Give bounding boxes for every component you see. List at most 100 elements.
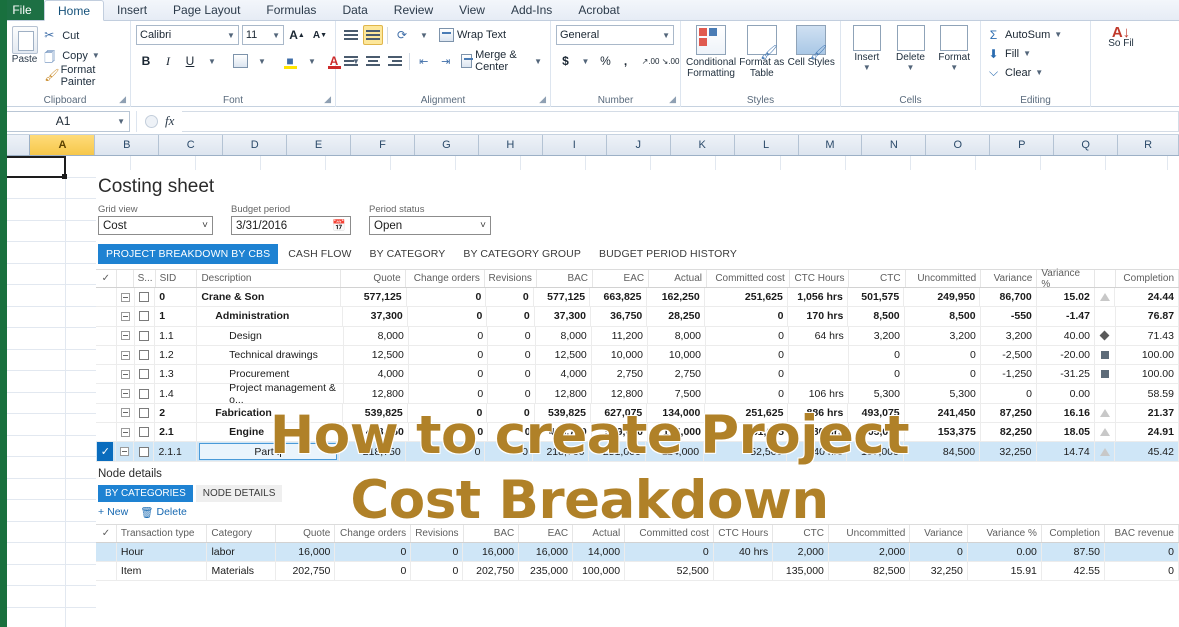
panel-tab-0[interactable]: PROJECT BREAKDOWN BY CBS — [98, 244, 279, 264]
font-name-select[interactable]: Calibri ▼ — [136, 25, 239, 45]
column-header-e[interactable]: E — [287, 135, 352, 155]
nd-col-header-ctch[interactable]: CTC Hours — [714, 524, 774, 542]
description-edit-input[interactable]: Part I — [198, 443, 338, 461]
grid-cell[interactable] — [0, 177, 66, 198]
col-header-ctch[interactable]: CTC Hours — [790, 270, 850, 287]
col-header-comm[interactable]: Committed cost — [707, 270, 790, 287]
col-header-unc[interactable]: Uncommitted — [906, 270, 982, 287]
decrease-decimal-button[interactable]: ↘.00 — [661, 51, 680, 71]
grid-cell[interactable] — [0, 564, 66, 585]
row-checkbox[interactable] — [139, 311, 150, 322]
grid-cell[interactable] — [0, 242, 66, 263]
panel-tab-2[interactable]: BY CATEGORY — [362, 244, 454, 264]
nd-col-header-varp[interactable]: Variance % — [968, 524, 1042, 542]
col-header-exp[interactable] — [117, 270, 134, 287]
increase-decimal-button[interactable]: ↗.00 — [641, 51, 660, 71]
underline-dropdown[interactable]: ▼ — [202, 51, 222, 71]
table-row[interactable]: 1 Administration 37,300 0 0 37,300 36,750 28,25… — [96, 307, 1179, 327]
table-row[interactable]: 2 Fabrication 539,825 0 0 539,825 627,075 134,0… — [96, 403, 1179, 424]
sort-filter-button[interactable]: A↓ So Fil — [1096, 25, 1146, 49]
column-header-h[interactable]: H — [479, 135, 543, 155]
grid-cell[interactable] — [0, 435, 66, 456]
nd-col-header-unc[interactable]: Uncommitted — [829, 524, 911, 542]
row-checkbox[interactable] — [138, 446, 149, 457]
bold-button[interactable]: B — [136, 51, 156, 71]
number-dialog-launcher[interactable]: ◢ — [669, 94, 676, 105]
row-checkbox[interactable] — [139, 427, 150, 438]
ribbon-tab-insert[interactable]: Insert — [104, 0, 160, 20]
ribbon-tab-acrobat[interactable]: Acrobat — [565, 0, 632, 20]
column-header-j[interactable]: J — [607, 135, 671, 155]
clear-button[interactable]: ⌵ Clear ▼ — [986, 63, 1085, 82]
column-header-g[interactable]: G — [415, 135, 479, 155]
grid-cell[interactable] — [0, 586, 66, 607]
column-header-l[interactable]: L — [735, 135, 799, 155]
col-header-comp[interactable]: Completion — [1116, 270, 1179, 287]
row-checkbox[interactable] — [139, 407, 150, 418]
nd-col-header-rev[interactable]: Revisions — [411, 524, 464, 542]
panel-tab-3[interactable]: BY CATEGORY GROUP — [455, 244, 589, 264]
column-header-f[interactable]: F — [351, 135, 415, 155]
col-header-varv[interactable]: Variance — [981, 270, 1038, 287]
fill-color-button[interactable]: ■ — [280, 51, 300, 71]
column-header-n[interactable]: N — [862, 135, 927, 155]
col-header-quote[interactable]: Quote — [341, 270, 406, 287]
align-top-button[interactable] — [341, 25, 361, 45]
column-header-c[interactable]: C — [159, 135, 224, 155]
align-right-button[interactable] — [385, 51, 405, 71]
expand-collapse-icon[interactable] — [119, 447, 129, 457]
column-header-d[interactable]: D — [223, 135, 288, 155]
table-row[interactable]: 1.4 Project management & o... 12,800 0 0 12,8… — [96, 382, 1179, 406]
font-dialog-launcher[interactable]: ◢ — [324, 94, 331, 105]
node-action-delete[interactable]: 🗑 Delete — [140, 506, 187, 519]
nd-col-header-chk[interactable]: ✓ — [96, 524, 117, 542]
nd-col-header-ctc[interactable]: CTC — [773, 524, 829, 542]
name-box[interactable]: A1 ▼ — [4, 110, 130, 132]
ribbon-tab-review[interactable]: Review — [381, 0, 446, 20]
grid-cell[interactable] — [0, 414, 66, 435]
cut-button[interactable]: Cut — [44, 27, 125, 44]
underline-button[interactable]: U — [180, 51, 200, 71]
row-checkbox[interactable] — [139, 330, 150, 341]
panel-tab-1[interactable]: CASH FLOW — [280, 244, 359, 264]
row-checkbox[interactable] — [139, 388, 150, 399]
expand-collapse-icon[interactable] — [120, 427, 130, 437]
column-header-a[interactable]: A — [30, 135, 96, 155]
currency-button[interactable]: $ — [556, 51, 575, 71]
col-header-co[interactable]: Change orders — [406, 270, 485, 287]
insert-function-icon[interactable]: fx — [165, 113, 174, 129]
grid-cell[interactable] — [0, 263, 66, 284]
col-header-sel[interactable]: S... — [134, 270, 156, 287]
expand-collapse-icon[interactable] — [120, 331, 130, 341]
col-header-sid[interactable]: SID — [156, 270, 198, 287]
ribbon-tab-data[interactable]: Data — [329, 0, 380, 20]
node-tab-0[interactable]: BY CATEGORIES — [98, 484, 193, 502]
table-row[interactable]: 2.1 Engine 458,750 0 0 458,750 539,000 134,000 2… — [96, 423, 1179, 443]
decrease-indent-button[interactable]: ⇤ — [414, 51, 434, 71]
grid-cell[interactable] — [0, 478, 66, 499]
align-center-button[interactable] — [363, 51, 383, 71]
grid-cell[interactable] — [0, 521, 66, 542]
nd-col-header-cat[interactable]: Category — [207, 524, 276, 542]
table-row[interactable]: 1.1 Design 8,000 0 0 8,000 11,200 8,000 0 64 hrs 3… — [96, 326, 1179, 346]
col-header-bac[interactable]: BAC — [537, 270, 593, 287]
grid-cell[interactable] — [0, 457, 66, 478]
formula-input[interactable] — [182, 110, 1179, 132]
ribbon-tab-view[interactable]: View — [446, 0, 498, 20]
table-row[interactable]: 0 Crane & Son 577,125 0 0 577,125 663,825 162,2… — [96, 288, 1179, 308]
nd-col-header-bac[interactable]: BAC — [464, 524, 520, 542]
align-middle-button[interactable] — [363, 25, 383, 45]
row-checkbox[interactable] — [139, 350, 150, 361]
grid-cell[interactable] — [0, 500, 66, 521]
comma-button[interactable]: , — [616, 51, 635, 71]
grid-cell[interactable] — [0, 543, 66, 564]
row-checkbox[interactable] — [139, 292, 150, 303]
clipboard-dialog-launcher[interactable]: ◢ — [119, 94, 126, 105]
grid-cell[interactable] — [0, 607, 66, 627]
nd-col-header-quote[interactable]: Quote — [276, 524, 336, 542]
borders-button[interactable] — [230, 51, 250, 71]
column-header-p[interactable]: P — [990, 135, 1055, 155]
expand-collapse-icon[interactable] — [120, 408, 130, 418]
italic-button[interactable]: I — [158, 51, 178, 71]
column-header-k[interactable]: K — [671, 135, 735, 155]
